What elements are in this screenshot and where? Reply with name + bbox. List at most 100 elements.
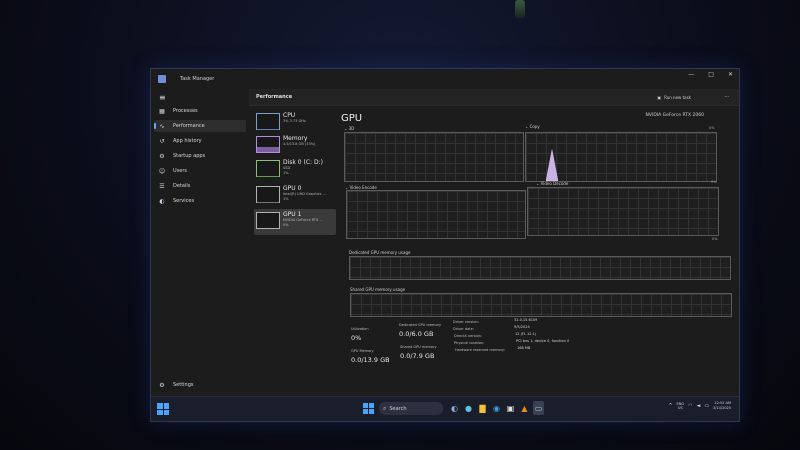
device-name: GPU 0 [283, 185, 302, 192]
sidebar-item-services[interactable]: ◐ Services [154, 195, 246, 207]
graph-label-video-decode[interactable]: ⌄ Video Decode [536, 181, 568, 186]
settings-gear-icon: ⚙ [159, 381, 165, 389]
system-tray: ^ ENG US ◠ ◄ ▭ 12:52 AM 3/14/2025 [668, 401, 731, 411]
taskbar-search[interactable]: ⌕ Search [379, 402, 443, 415]
graph-copy [525, 132, 717, 182]
sidebar-item-app-history[interactable]: ↺ App history [154, 135, 246, 147]
run-new-task-label: Run new task [664, 94, 691, 100]
device-sub: 4.5/13.8 GB (33%) [283, 142, 316, 146]
device-memory[interactable]: Memory 4.5/13.8 GB (33%) [254, 133, 336, 159]
device-name: CPU [283, 112, 296, 119]
taskbar: ⌕ Search ◐ ● ▇ ◉ ▣ ▲ ▭ ^ ENG US ◠ ◄ ▭ 12… [151, 396, 739, 421]
search-placeholder: Search [389, 405, 407, 412]
window-title: Task Manager [180, 76, 215, 82]
sidebar-item-users[interactable]: ☺ Users [154, 165, 246, 177]
start-button[interactable] [363, 403, 374, 414]
graph-3d [344, 132, 524, 182]
camera-glare [515, 0, 525, 18]
gpu1-thumbnail [256, 212, 280, 229]
device-gpu-0[interactable]: GPU 0 Intel(R) UHD Graphics ... 1% [254, 183, 336, 209]
sidebar-item-performance[interactable]: ∿ Performance [154, 120, 246, 132]
startup-icon: ⚙ [159, 152, 165, 160]
volume-icon[interactable]: ◄ [696, 403, 700, 409]
task-manager-icon[interactable]: ▭ [533, 401, 544, 415]
sidebar-item-startup-apps[interactable]: ⚙ Startup apps [154, 150, 246, 162]
task-manager-window: Task Manager — □ ✕ ≡ ▦ Processes ∿ Perfo… [150, 68, 740, 422]
device-sub: 0% [283, 223, 289, 227]
detail-value: 32.0.15.6109 [514, 318, 538, 322]
detail-value: 9/5/2024 [514, 325, 530, 329]
vlc-icon[interactable]: ▲ [519, 401, 530, 415]
device-disk[interactable]: Disk 0 (C: D:) SSD 1% [254, 157, 336, 183]
sidebar-item-label: Startup apps [173, 153, 206, 159]
graph-label-copy[interactable]: ⌄ Copy [525, 124, 540, 129]
device-gpu-1[interactable]: GPU 1 NVIDIA GeForce RTX ... 0% [254, 209, 336, 235]
stat-label-utilization: Utilization [351, 327, 369, 331]
chevron-up-icon[interactable]: ^ [668, 403, 672, 409]
graph-video-encode [346, 190, 526, 239]
language-indicator[interactable]: ENG US [677, 402, 685, 410]
search-icon: ⌕ [383, 404, 387, 412]
device-name: Disk 0 (C: D:) [283, 159, 323, 166]
stat-gpu-memory: 0.0/13.9 GB [351, 356, 390, 364]
sidebar-item-processes[interactable]: ▦ Processes [154, 105, 246, 117]
users-icon: ☺ [158, 167, 166, 175]
clock-time: 12:52 AM [714, 401, 731, 405]
stat-dedicated: 0.0/6.0 GB [399, 330, 434, 338]
menu-icon[interactable]: ≡ [159, 93, 166, 102]
sidebar-item-label: Details [173, 183, 191, 189]
graph-label-dedicated: Dedicated GPU memory usage [349, 250, 411, 255]
sidebar-item-label: Users [173, 168, 188, 174]
memory-thumbnail [256, 136, 280, 153]
detail-value: 168 MB [517, 346, 531, 350]
detail-key: Driver date: [453, 327, 474, 331]
detail-key: Physical location: [454, 341, 485, 345]
run-new-task-button[interactable]: ▣ Run new task [657, 95, 691, 100]
title-bar: Task Manager — □ ✕ [151, 69, 739, 89]
sidebar-item-details[interactable]: ☰ Details [154, 180, 246, 192]
region-code: US [677, 406, 683, 410]
file-explorer-icon[interactable]: ▇ [477, 401, 488, 415]
sidebar-item-label: App history [173, 138, 202, 144]
clock[interactable]: 12:52 AM 3/14/2025 [713, 401, 731, 411]
battery-icon[interactable]: ▭ [704, 403, 709, 409]
detail-key: DirectX version: [454, 334, 482, 338]
stat-utilization: 0% [351, 334, 362, 342]
maximize-button[interactable]: □ [708, 71, 714, 78]
stat-shared: 0.0/7.9 GB [400, 352, 435, 360]
stat-label-gpu-memory: GPU Memory [351, 349, 374, 353]
sidebar-item-label: Settings [173, 382, 194, 388]
edge-icon[interactable]: ◉ [491, 401, 502, 415]
store-icon[interactable]: ▣ [505, 401, 516, 415]
page-header: Performance ▣ Run new task ··· [249, 89, 739, 106]
device-sub: 3% 3.73 GHz [283, 119, 306, 123]
copilot-icon[interactable]: ● [463, 401, 474, 415]
device-name: GPU 1 [283, 211, 302, 218]
clock-date: 3/14/2025 [713, 406, 731, 410]
performance-icon: ∿ [159, 122, 165, 130]
sidebar-item-label: Services [173, 198, 195, 204]
minimize-button[interactable]: — [688, 71, 694, 78]
detail-value: PCI bus 1, device 0, function 0 [516, 339, 570, 343]
sidebar-item-settings[interactable]: ⚙ Settings [154, 379, 244, 391]
device-sub: 1% [283, 197, 289, 201]
processes-icon: ▦ [159, 107, 165, 115]
graph-shared-memory [350, 293, 732, 317]
graph-video-decode [527, 187, 719, 236]
cpu-thumbnail [256, 113, 280, 130]
close-button[interactable]: ✕ [728, 71, 733, 78]
graph-dedicated-memory [349, 256, 731, 280]
sidebar-item-label: Processes [173, 108, 198, 114]
graph-label-3d[interactable]: ⌄ 3D [344, 126, 354, 131]
detail-value: 12 (FL 12.1) [515, 332, 537, 336]
history-icon: ↺ [159, 137, 165, 145]
widgets-icon[interactable]: ◐ [449, 401, 460, 415]
detail-key: Hardware reserved memory: [455, 348, 506, 352]
more-options-button[interactable]: ··· [724, 94, 729, 100]
wifi-icon[interactable]: ◠ [688, 403, 692, 409]
sidebar: ≡ ▦ Processes ∿ Performance ↺ App histor… [151, 89, 247, 391]
graph-pct-video-decode: 0% [711, 180, 717, 184]
run-task-icon: ▣ [657, 94, 662, 100]
detail-key: Driver version: [453, 320, 479, 324]
graph-label-shared: Shared GPU memory usage [350, 287, 406, 292]
